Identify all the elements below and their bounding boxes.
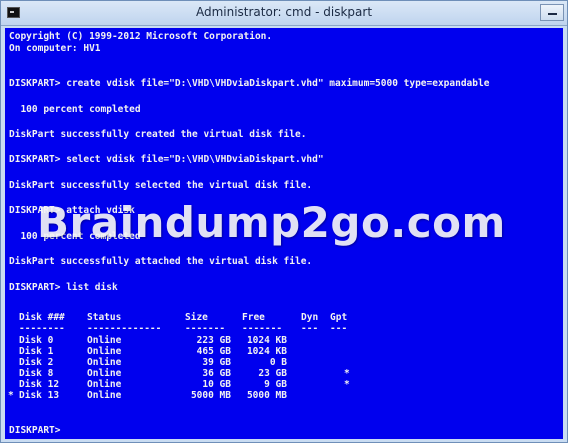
window-title: Administrator: cmd - diskpart [195,5,373,19]
col-separator-free: ------- [242,323,283,334]
console-line-attach-result: DiskPart successfully attached the virtu… [9,256,313,267]
minimize-button[interactable] [540,4,564,21]
disk-row-5-size: 5000 MB [190,390,231,401]
col-separator-status: ------------- [87,323,162,334]
disk-row-5-status: Online [87,390,122,401]
watermark-text: Braindump2go.com [37,198,506,247]
console-line-create-result: DiskPart successfully created the virtua… [9,129,307,140]
cmd-window: Administrator: cmd - diskpart Copyright … [0,0,568,443]
console-line-select-result: DiskPart successfully selected the virtu… [9,180,313,191]
disk-row-5-selected-marker: * [8,390,14,401]
col-separator-gpt: --- [330,323,348,334]
console-prompt[interactable]: DISKPART> [9,425,60,437]
disk-row-5-disk: Disk 13 [19,390,60,401]
title-bar[interactable]: Administrator: cmd - diskpart [1,1,567,26]
console-line-create-command: DISKPART> create vdisk file="D:\VHD\VHDv… [9,78,490,89]
disk-row-5-free: 5000 MB [246,390,287,401]
console-line-select-command: DISKPART> select vdisk file="D:\VHD\VHDv… [9,154,324,165]
console-line-computer: On computer: HV1 [9,43,101,54]
col-separator-dyn: --- [301,323,319,334]
col-separator-size: ------- [185,323,226,334]
console-output[interactable]: Copyright (C) 1999-2012 Microsoft Corpor… [5,28,563,439]
console-line-copyright: Copyright (C) 1999-2012 Microsoft Corpor… [9,31,273,42]
console-line-create-progress: 100 percent completed [9,104,141,115]
disk-row-4-gpt: * [344,379,350,390]
console-line-list-command: DISKPART> list disk [9,282,118,293]
col-separator-disk: -------- [19,323,65,334]
